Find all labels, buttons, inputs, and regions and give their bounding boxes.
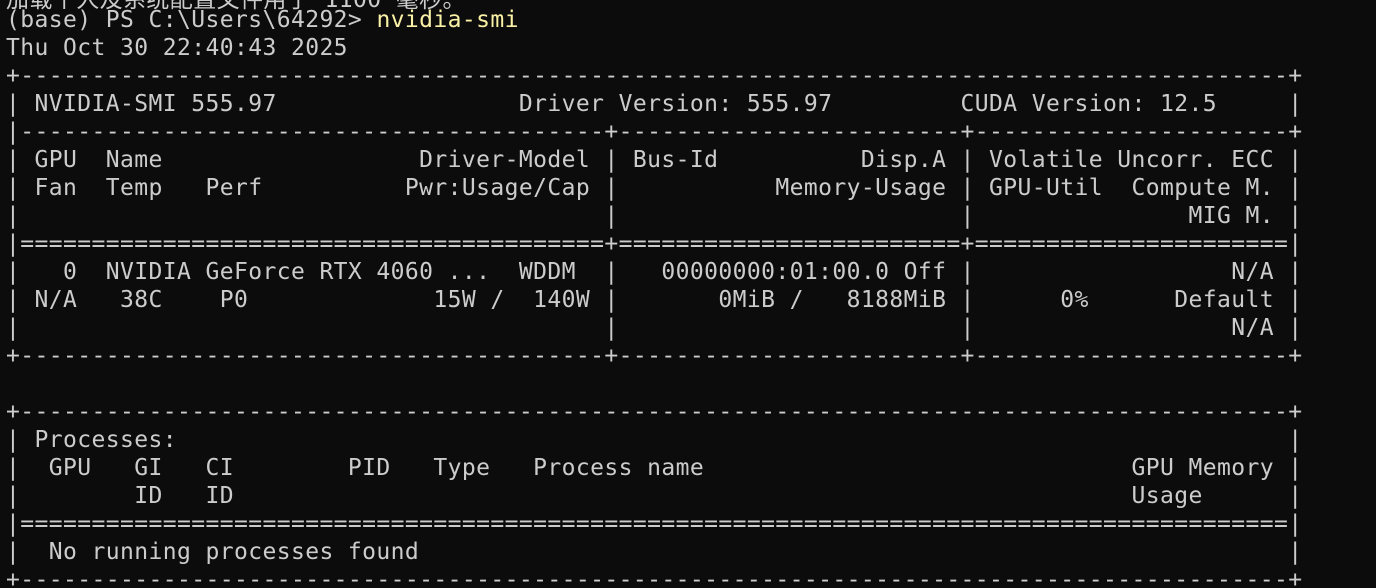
output-line-border: +---------------------------------------… [6,399,1303,425]
terminal-window[interactable]: 加载个人及系统配置文件用了 1100 毫秒。 (base) PS C:\User… [0,0,1376,588]
output-line-processes-header: | GPU GI CI PID Type Process name GPU Me… [6,455,1303,481]
output-line-border: +---------------------------------------… [6,63,1303,89]
output-line-header: | GPU Name Driver-Model | Bus-Id Disp.A … [6,147,1303,173]
prompt-text: (base) PS C:\Users\64292> [6,7,377,33]
output-line-separator: |=======================================… [6,231,1303,257]
output-line-timestamp: Thu Oct 30 22:40:43 2025 [6,35,348,61]
output-line-header: | Fan Temp Perf Pwr:Usage/Cap | Memory-U… [6,175,1303,201]
output-line-gpu-row: | N/A 38C P0 15W / 140W | 0MiB / 8188MiB… [6,287,1303,313]
output-line-separator: |=======================================… [6,511,1303,537]
output-line-border: +---------------------------------------… [6,343,1303,369]
output-line-processes-header: | ID ID Usage | [6,483,1303,509]
output-line-gpu-row: | | | N/A | [6,315,1303,341]
prompt-line: (base) PS C:\Users\64292> nvidia-smi [6,6,519,34]
output-line-gpu-row: | 0 NVIDIA GeForce RTX 4060 ... WDDM | 0… [6,259,1303,285]
output-line-header: | | | MIG M. | [6,203,1303,229]
output-line-border: +---------------------------------------… [6,567,1303,588]
output-line-processes-title: | Processes: | [6,427,1303,453]
output-line-no-processes: | No running processes found | [6,539,1303,565]
command-text: nvidia-smi [376,7,519,33]
output-line-border: |---------------------------------------… [6,119,1303,145]
output-line-versions: | NVIDIA-SMI 555.97 Driver Version: 555.… [6,91,1303,117]
